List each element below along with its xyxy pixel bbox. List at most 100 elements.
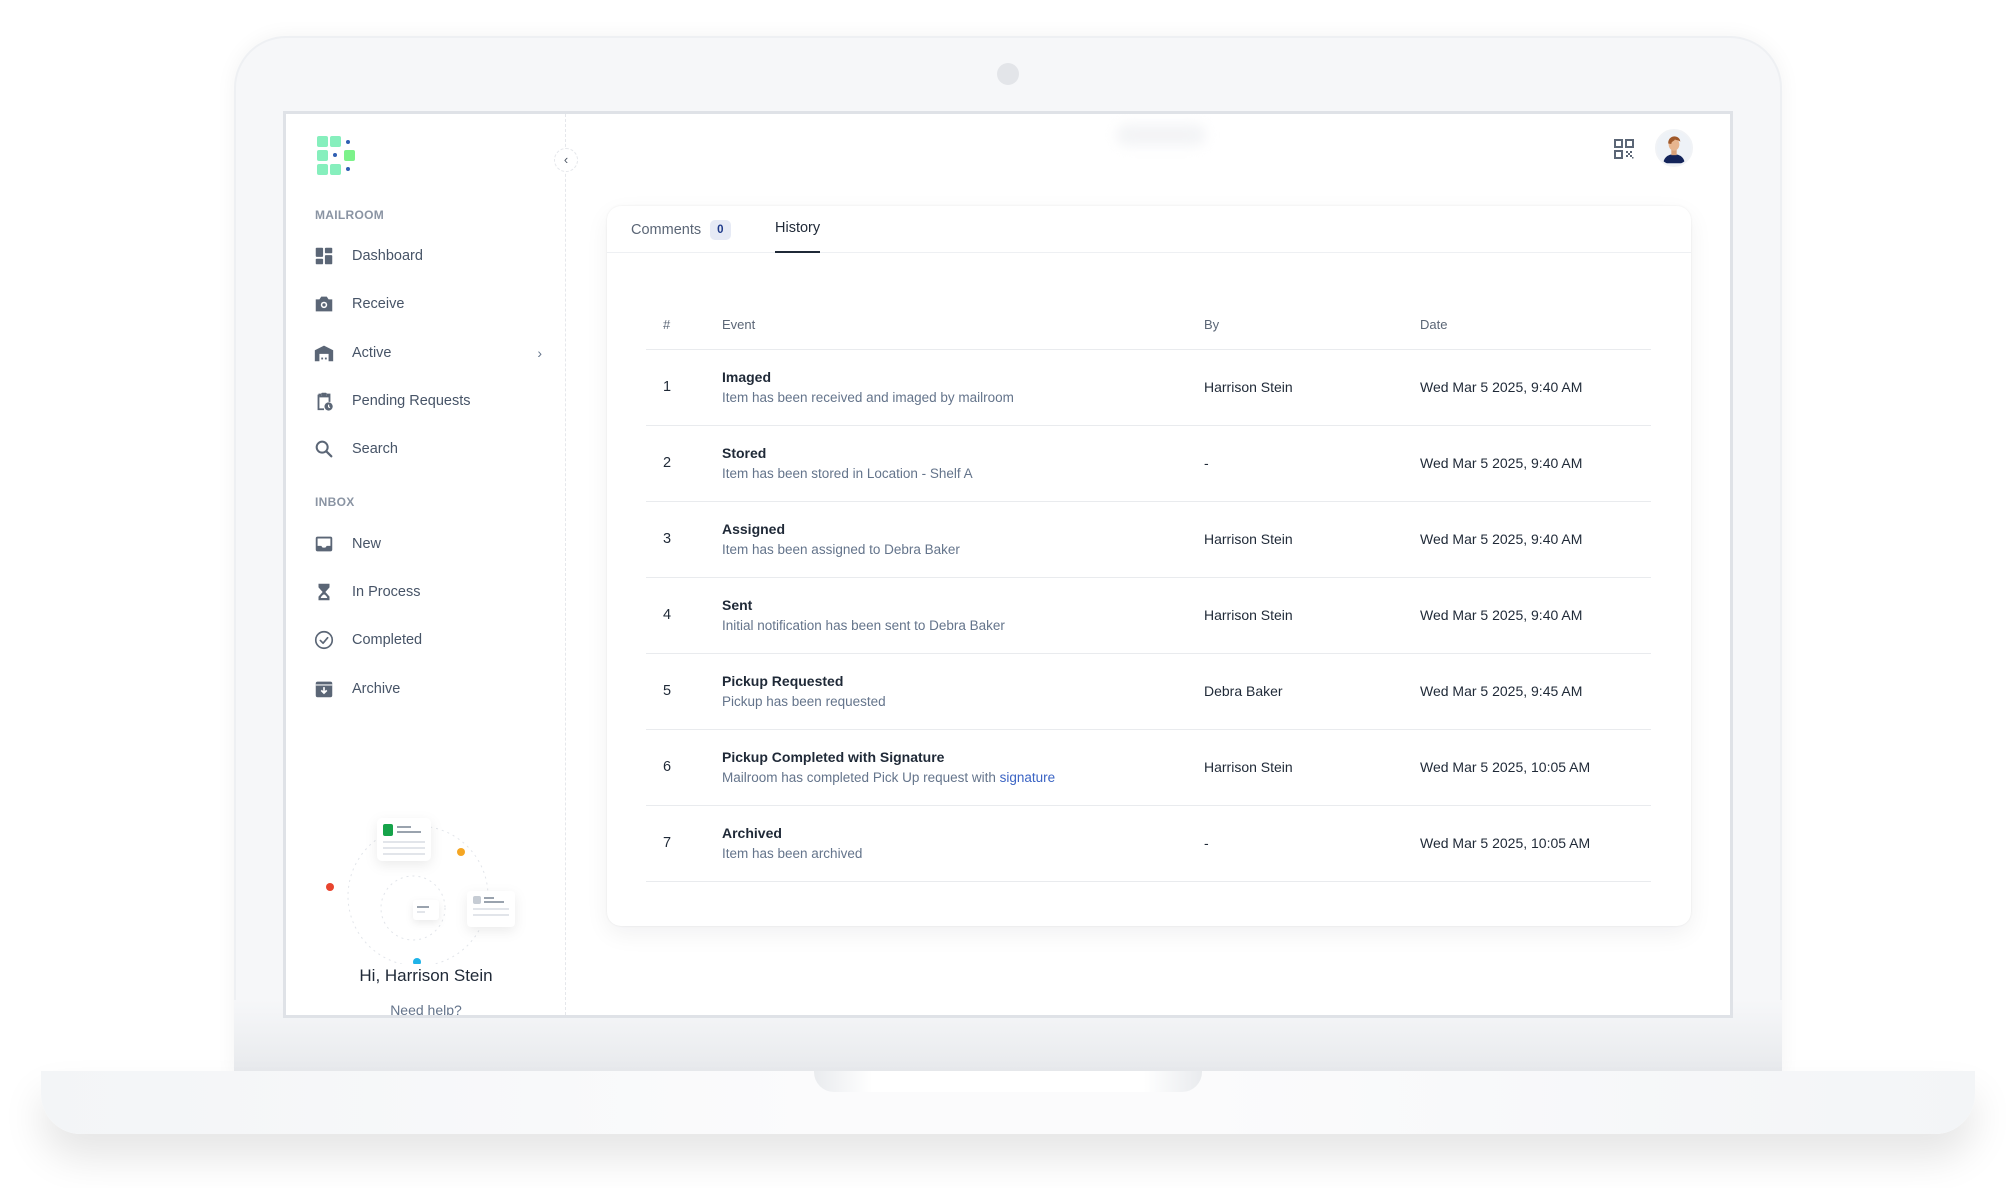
event-date: Wed Mar 5 2025, 10:05 AM bbox=[1420, 835, 1591, 851]
sidebar-item-active[interactable]: Active › bbox=[312, 335, 542, 371]
qr-code-button[interactable] bbox=[1612, 137, 1636, 161]
column-header-date: Date bbox=[1420, 317, 1448, 332]
column-header-by: By bbox=[1204, 317, 1220, 332]
row-number: 7 bbox=[663, 835, 672, 851]
warehouse-icon bbox=[312, 341, 336, 365]
tab-label: Comments bbox=[631, 222, 702, 238]
event-description: Item has been assigned to Debra Baker bbox=[722, 542, 960, 557]
collapse-sidebar-button[interactable]: ‹ bbox=[554, 148, 578, 172]
sidebar-item-search[interactable]: Search bbox=[312, 431, 542, 467]
column-header-number: # bbox=[663, 317, 671, 332]
event-cell: Pickup Requested Pickup has been requeste… bbox=[722, 673, 886, 709]
event-date: Wed Mar 5 2025, 9:40 AM bbox=[1420, 379, 1583, 395]
document-card-large bbox=[377, 818, 431, 861]
tab-comments[interactable]: Comments 0 bbox=[631, 220, 731, 240]
sidebar-item-receive[interactable]: Receive bbox=[312, 286, 542, 322]
event-description-text: Initial notification has been sent to De… bbox=[722, 618, 1005, 633]
row-number: 4 bbox=[663, 607, 672, 623]
event-date: Wed Mar 5 2025, 9:45 AM bbox=[1420, 683, 1583, 699]
event-description-text: Item has been received and imaged by mai… bbox=[722, 390, 1014, 405]
event-description: Pickup has been requested bbox=[722, 694, 886, 709]
tab-label: History bbox=[775, 220, 821, 236]
sidebar-item-label: Dashboard bbox=[352, 248, 423, 264]
event-date: Wed Mar 5 2025, 10:05 AM bbox=[1420, 759, 1591, 775]
history-table: # Event By Date 1 Imaged Item has been rec… bbox=[646, 306, 1651, 882]
event-cell: Pickup Completed with Signature Mailroom … bbox=[722, 749, 1055, 785]
signature-link[interactable]: signature bbox=[1000, 770, 1056, 785]
table-row: 1 Imaged Item has been received and imaged… bbox=[646, 350, 1651, 426]
search-icon bbox=[312, 437, 336, 461]
sidebar-item-completed[interactable]: Completed bbox=[312, 622, 542, 658]
qr-code-icon bbox=[1614, 139, 1634, 159]
dashboard-icon bbox=[312, 244, 336, 268]
hourglass-icon bbox=[312, 580, 336, 604]
event-by: Harrison Stein bbox=[1204, 531, 1293, 547]
event-description: Item has been received and imaged by mai… bbox=[722, 390, 1014, 405]
event-description: Mailroom has completed Pick Up request w… bbox=[722, 770, 1055, 785]
column-header-event: Event bbox=[722, 317, 756, 332]
event-description: Initial notification has been sent to De… bbox=[722, 618, 1005, 633]
event-cell: Archived Item has been archived bbox=[722, 825, 862, 861]
event-title: Imaged bbox=[722, 369, 772, 385]
sidebar: ‹ MAILROOM Dashboard Receive Active › Pe… bbox=[286, 114, 578, 1015]
event-by: Harrison Stein bbox=[1204, 379, 1293, 395]
sidebar-item-label: Receive bbox=[352, 296, 405, 312]
camera-icon bbox=[312, 292, 336, 316]
table-row: 3 Assigned Item has been assigned to Debra… bbox=[646, 502, 1651, 578]
comments-count-badge: 0 bbox=[710, 220, 731, 240]
inbox-icon bbox=[312, 532, 336, 556]
event-date: Wed Mar 5 2025, 9:40 AM bbox=[1420, 607, 1583, 623]
table-row: 6 Pickup Completed with Signature Mailroom… bbox=[646, 730, 1651, 806]
sidebar-item-new[interactable]: New bbox=[312, 526, 542, 562]
sidebar-item-label: In Process bbox=[352, 584, 421, 600]
event-cell: Assigned Item has been assigned to Debra … bbox=[722, 521, 960, 557]
event-title: Assigned bbox=[722, 521, 786, 537]
event-by: Harrison Stein bbox=[1204, 607, 1293, 623]
sidebar-item-in-process[interactable]: In Process bbox=[312, 574, 542, 610]
app-screen: ‹ MAILROOM Dashboard Receive Active › Pe… bbox=[283, 111, 1733, 1018]
orange-dot bbox=[457, 848, 465, 856]
blue-dot bbox=[413, 958, 421, 964]
section-label-mailroom: MAILROOM bbox=[315, 208, 385, 222]
history-card: Comments 0 History # Event By Date 1 Imag… bbox=[607, 206, 1691, 926]
event-description-text: Item has been archived bbox=[722, 846, 863, 861]
row-number: 1 bbox=[663, 379, 672, 395]
event-description-text: Mailroom has completed Pick Up request w… bbox=[722, 770, 1000, 785]
document-card-right bbox=[467, 891, 515, 927]
sidebar-item-label: Search bbox=[352, 441, 398, 457]
row-number: 2 bbox=[663, 455, 672, 471]
user-avatar-icon bbox=[1657, 131, 1691, 165]
sidebar-item-pending-requests[interactable]: Pending Requests bbox=[312, 383, 542, 419]
section-label-inbox: INBOX bbox=[315, 495, 355, 509]
event-date: Wed Mar 5 2025, 9:40 AM bbox=[1420, 455, 1583, 471]
clipboard-clock-icon bbox=[312, 389, 336, 413]
tab-history[interactable]: History bbox=[775, 220, 821, 253]
row-number: 3 bbox=[663, 531, 672, 547]
need-help-link[interactable]: Need help? bbox=[286, 1002, 566, 1015]
check-circle-icon bbox=[312, 628, 336, 652]
row-number: 5 bbox=[663, 683, 672, 699]
sidebar-item-label: Pending Requests bbox=[352, 393, 471, 409]
event-title: Pickup Completed with Signature bbox=[722, 749, 945, 765]
sidebar-item-label: Completed bbox=[352, 632, 423, 648]
event-title: Pickup Requested bbox=[722, 673, 844, 689]
user-avatar[interactable] bbox=[1655, 129, 1693, 167]
event-by: - bbox=[1204, 455, 1209, 471]
sidebar-item-dashboard[interactable]: Dashboard bbox=[312, 238, 542, 274]
document-card-small bbox=[413, 900, 439, 920]
table-row: 4 Sent Initial notification has been sent … bbox=[646, 578, 1651, 654]
tab-bar: Comments 0 History bbox=[607, 206, 1691, 253]
event-title: Stored bbox=[722, 445, 767, 461]
event-cell: Sent Initial notification has been sent t… bbox=[722, 597, 1005, 633]
event-description: Item has been stored in Location - Shelf… bbox=[722, 466, 973, 481]
event-cell: Imaged Item has been received and imaged … bbox=[722, 369, 1014, 405]
event-by: Debra Baker bbox=[1204, 683, 1283, 699]
event-by: - bbox=[1204, 835, 1209, 851]
screen-notch bbox=[1116, 124, 1206, 146]
sidebar-item-label: New bbox=[352, 536, 382, 552]
table-body: 1 Imaged Item has been received and imaged… bbox=[646, 350, 1651, 882]
event-description: Item has been archived bbox=[722, 846, 862, 861]
sidebar-item-label: Active bbox=[352, 345, 392, 361]
chevron-right-icon[interactable]: › bbox=[537, 345, 542, 361]
sidebar-item-archive[interactable]: Archive bbox=[312, 671, 542, 707]
